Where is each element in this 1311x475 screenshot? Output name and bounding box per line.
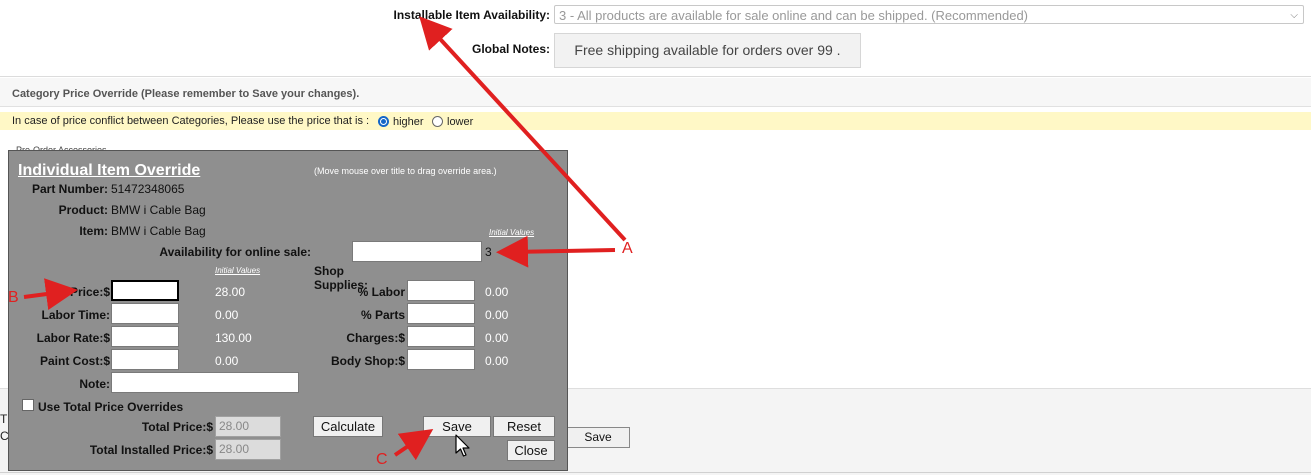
annotation-letter-b: B [8,289,19,306]
annotation-arrow-c [393,429,434,461]
annotation-arrow-a-top [419,16,627,242]
annotation-arrows [23,16,627,461]
annotation-letter-c: C [376,451,388,468]
annotation-arrow-b [23,278,78,310]
annotation-letter-a: A [622,240,633,257]
annotation-arrow-a-side [496,235,616,268]
